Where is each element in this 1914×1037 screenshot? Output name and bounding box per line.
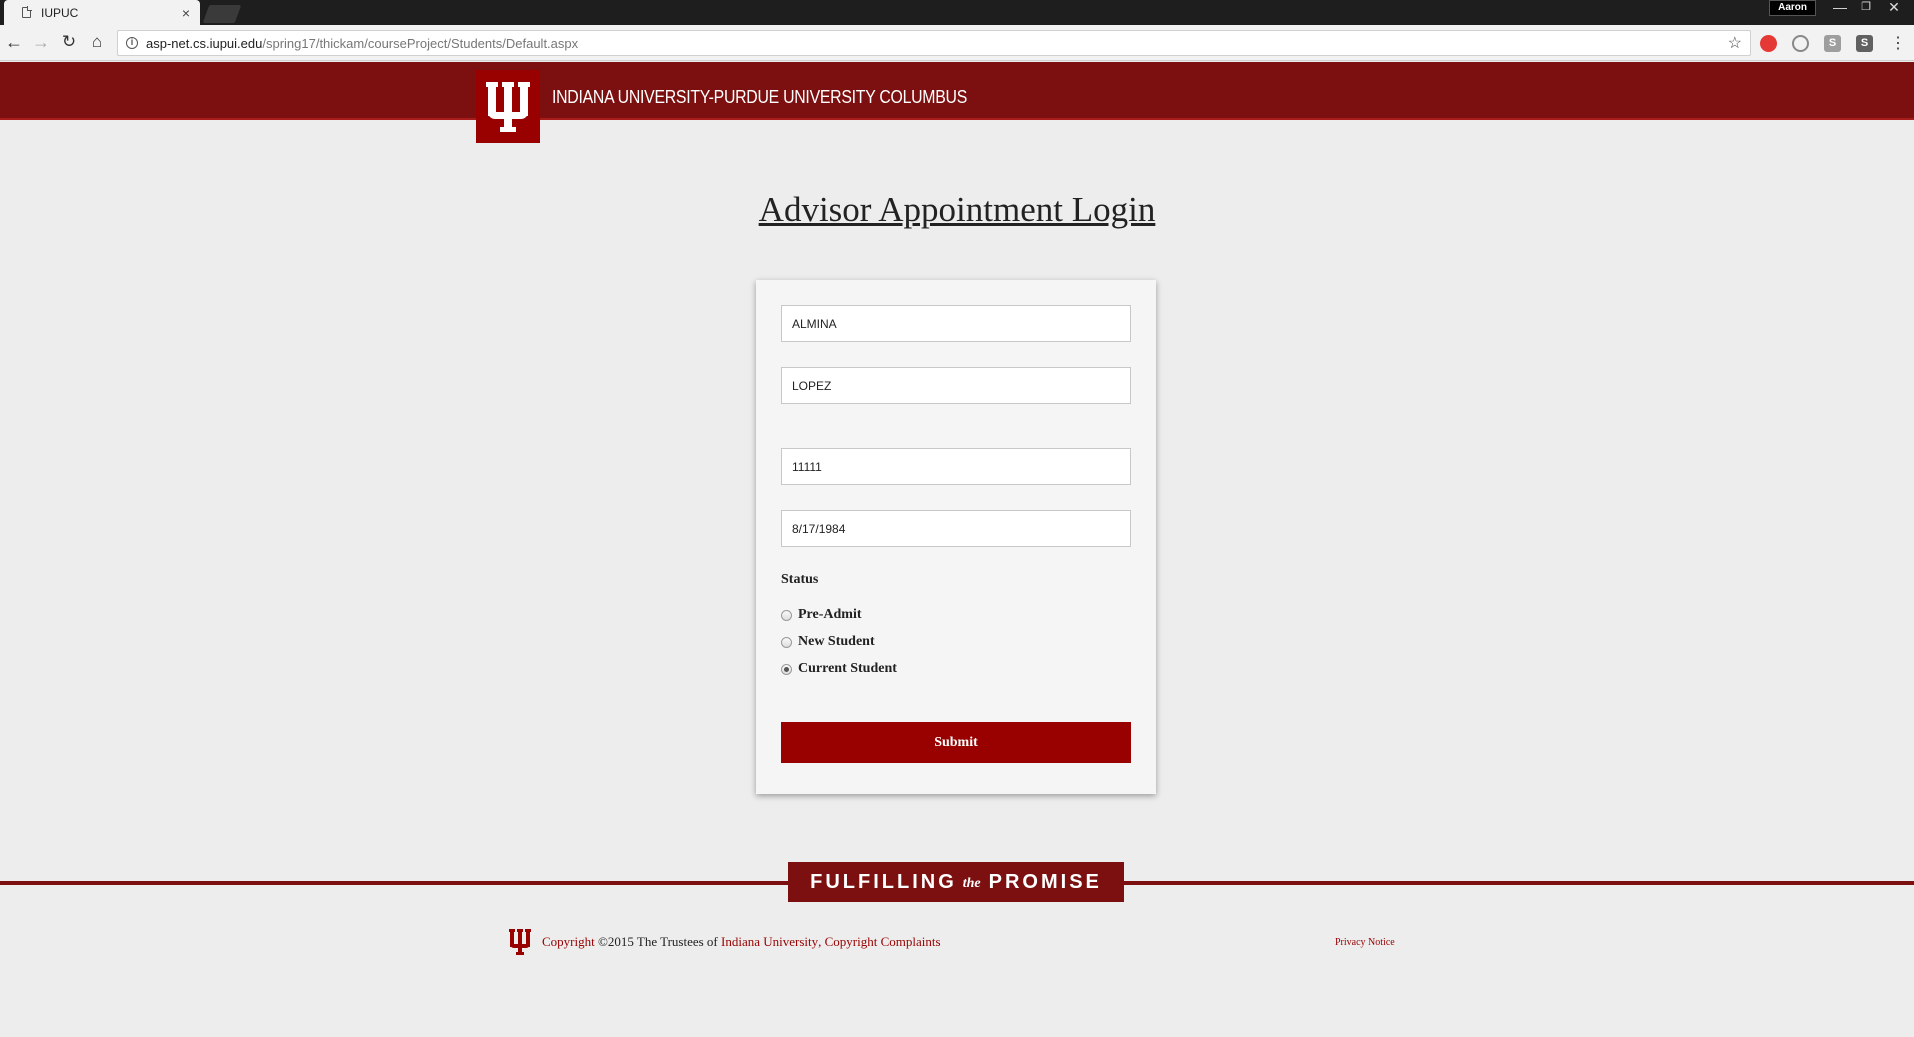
radio-button[interactable] <box>781 609 792 621</box>
minimize-icon[interactable]: — <box>1828 0 1852 16</box>
browser-tab[interactable]: IUPUC × <box>4 0 200 25</box>
status-option-label: Pre-Admit <box>798 607 862 622</box>
page-title: Advisor Appointment Login <box>758 190 1156 229</box>
browser-menu-icon[interactable]: ⋮ <box>1890 33 1906 53</box>
browser-tab-bar: IUPUC × Aaron — ❐ ✕ <box>0 0 1914 25</box>
extension-s-gray-icon[interactable]: S <box>1824 35 1841 52</box>
copyright-line: Copyright ©2015 The Trustees of Indiana … <box>509 929 941 955</box>
status-label: Status <box>781 572 819 587</box>
status-option-current-student[interactable]: Current Student <box>781 661 897 677</box>
status-option-new-student[interactable]: New Student <box>781 634 875 650</box>
url-text: asp-net.cs.iupui.edu/spring17/thickam/co… <box>146 36 578 51</box>
promise-right-text: PROMISE <box>988 870 1102 893</box>
login-form-card: Status Pre-Admit New Student Current Stu… <box>756 280 1156 794</box>
address-bar[interactable]: i asp-net.cs.iupui.edu/spring17/thickam/… <box>117 30 1751 56</box>
forward-icon[interactable]: → <box>30 31 52 53</box>
status-option-label: Current Student <box>798 661 897 676</box>
fulfilling-the-promise-banner: FULFILLING the PROMISE <box>788 862 1124 902</box>
university-name[interactable]: INDIANA UNIVERSITY-PURDUE UNIVERSITY COL… <box>552 87 967 108</box>
tab-title: IUPUC <box>41 5 79 20</box>
indiana-university-link[interactable]: Indiana University <box>721 934 818 950</box>
status-option-label: New Student <box>798 634 875 649</box>
radio-button[interactable] <box>781 636 792 648</box>
birth-date-input[interactable] <box>781 510 1131 547</box>
tab-close-icon[interactable]: × <box>182 5 190 21</box>
iu-logo[interactable] <box>476 70 540 143</box>
iu-trident-icon <box>509 929 531 955</box>
browser-toolbar: ← → ↻ ⌂ i asp-net.cs.iupui.edu/spring17/… <box>0 25 1914 61</box>
copyright-link[interactable]: Copyright <box>542 934 595 950</box>
extension-red-icon[interactable] <box>1760 35 1777 52</box>
promise-left-text: FULFILLING <box>810 870 957 893</box>
radio-button-selected[interactable] <box>781 663 792 675</box>
status-option-pre-admit[interactable]: Pre-Admit <box>781 607 862 623</box>
promise-the-text: the <box>962 876 981 891</box>
new-tab-button[interactable] <box>202 5 242 23</box>
restore-icon[interactable]: ❐ <box>1854 0 1878 16</box>
first-name-input[interactable] <box>781 305 1131 342</box>
extension-s-dark-icon[interactable]: S <box>1856 35 1873 52</box>
profile-button[interactable]: Aaron <box>1769 0 1816 16</box>
privacy-notice-link[interactable]: Privacy Notice <box>1335 937 1395 948</box>
reload-icon[interactable]: ↻ <box>58 31 80 53</box>
home-icon[interactable]: ⌂ <box>86 31 108 53</box>
url-host: asp-net.cs.iupui.edu <box>146 35 263 51</box>
bookmark-star-icon[interactable]: ☆ <box>1728 33 1742 53</box>
copyright-text: ©2015 The Trustees of <box>597 934 718 949</box>
url-path: /spring17/thickam/courseProject/Students… <box>262 35 579 51</box>
submit-button[interactable]: Submit <box>781 722 1131 763</box>
info-icon[interactable]: i <box>126 37 138 49</box>
extension-block-icon[interactable] <box>1792 35 1809 52</box>
copyright-complaints-link[interactable]: Copyright Complaints <box>825 934 941 950</box>
page-icon <box>22 6 32 18</box>
student-id-input[interactable] <box>781 448 1131 485</box>
back-icon[interactable]: ← <box>3 31 25 53</box>
close-window-icon[interactable]: ✕ <box>1882 0 1906 16</box>
trident-icon <box>486 81 530 132</box>
last-name-input[interactable] <box>781 367 1131 404</box>
